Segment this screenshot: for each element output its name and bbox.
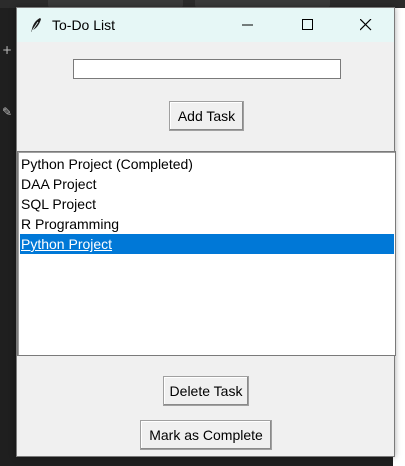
list-item[interactable]: SQL Project: [20, 194, 394, 214]
list-item[interactable]: DAA Project: [20, 174, 394, 194]
list-item[interactable]: Python Project (Completed): [20, 154, 394, 174]
background-bottom: [16, 456, 393, 466]
todo-window: To-Do List Add Task Python Project (Comp…: [16, 7, 396, 457]
maximize-icon: [302, 19, 313, 30]
plus-icon: +: [2, 43, 13, 57]
minimize-button[interactable]: [219, 8, 277, 42]
window-title: To-Do List: [52, 17, 116, 33]
task-listbox[interactable]: Python Project (Completed) DAA Project S…: [17, 151, 396, 356]
feather-icon: [31, 18, 41, 32]
minimize-icon: [242, 24, 253, 26]
list-item[interactable]: R Programming: [20, 214, 394, 234]
mark-complete-button[interactable]: Mark as Complete: [140, 420, 272, 450]
delete-task-button[interactable]: Delete Task: [163, 376, 249, 406]
close-button[interactable]: [337, 8, 395, 42]
task-input[interactable]: [73, 59, 341, 79]
title-bar[interactable]: To-Do List: [17, 8, 394, 42]
background-side-panel: + ✎: [0, 8, 16, 466]
close-icon: [360, 19, 372, 31]
edit-icon: ✎: [2, 105, 13, 119]
maximize-button[interactable]: [279, 8, 337, 42]
add-task-button[interactable]: Add Task: [169, 101, 244, 131]
list-item-selected[interactable]: Python Project: [20, 234, 394, 254]
